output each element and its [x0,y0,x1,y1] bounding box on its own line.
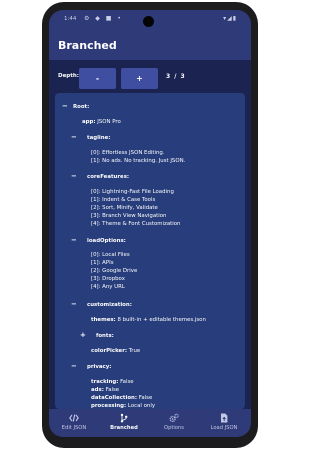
tree-leaf-core-0: [0]: Lightning-Fast File Loading [91,189,174,195]
tree-node-loadoptions[interactable]: loadOptions: [87,238,126,245]
tree-value: False [105,387,120,393]
status-signal-battery-icons: ▾◢▮ [223,15,237,22]
tree-value: True [128,348,141,354]
tree-key: themes: [91,317,116,323]
branch-icon [120,413,128,423]
nav-label: Load JSON [210,425,238,431]
page-title: Branched [58,39,117,52]
tree-leaf-themes: themes: 8 built-in + editable themes.jso… [91,317,206,324]
nav-label: Branched [110,425,138,431]
app-bar: Branched [49,32,251,60]
tree-value: 8 built-in + editable themes.json [117,317,206,323]
collapse-loadoptions-toggle[interactable]: − [71,237,77,244]
tree-key: tracking: [91,379,119,385]
code-icon [69,414,79,422]
tree-node-privacy[interactable]: privacy: [87,364,111,371]
tree-leaf-load-4: [4]: Any URL [91,284,125,290]
nav-options[interactable]: Options [149,409,199,437]
nav-edit-json[interactable]: Edit JSON [49,409,99,437]
tree-leaf-tagline-1: [1]: No ads. No tracking. Just JSON. [91,158,186,164]
nav-load-json[interactable]: Load JSON [199,409,249,437]
tree-node-customization[interactable]: customization: [87,302,132,309]
depth-controls: Depth: - + 3 / 3 [49,60,251,93]
collapse-customization-toggle[interactable]: − [71,301,77,308]
status-bar: 1:44 ⚙ ◆ ■ • ▾◢▮ [49,10,251,32]
tree-key: app: [82,119,96,125]
status-notification-icons: ⚙ ◆ ■ • [84,15,123,22]
collapse-tagline-toggle[interactable]: − [71,134,77,141]
tree-key: ads: [91,387,104,393]
tree-key: colorPicker: [91,348,128,354]
tree-leaf-load-3: [3]: Dropbox [91,276,125,282]
tree-leaf-load-2: [2]: Google Drive [91,268,138,274]
tree-node-fonts[interactable]: fonts: [96,333,114,340]
depth-label: Depth: [58,73,79,79]
tree-leaf-app: app: JSON Pro [82,119,121,126]
tree-node-root[interactable]: Root: [73,104,89,111]
bottom-navigation: Edit JSON Branched Options Load JSON [49,409,251,437]
tree-leaf-tagline-0: [0]: Effortless JSON Editing. [91,150,165,156]
collapse-privacy-toggle[interactable]: − [71,363,77,370]
gears-icon [169,413,179,423]
tree-leaf-ads: ads: False [91,387,119,394]
depth-increase-button[interactable]: + [121,68,158,89]
tree-leaf-colorpicker: colorPicker: True [91,348,140,355]
tree-leaf-core-3: [3]: Branch View Navigation [91,213,167,219]
depth-decrease-button[interactable]: - [79,68,116,89]
tree-leaf-tracking: tracking: False [91,379,134,386]
tree-leaf-load-0: [0]: Local Files [91,252,130,258]
tree-node-tagline[interactable]: tagline: [87,135,110,142]
tree-node-corefeatures[interactable]: coreFeatures: [87,174,129,181]
nav-label: Edit JSON [61,425,87,431]
tree-value: False [138,395,153,401]
nav-branched[interactable]: Branched [99,409,149,437]
tree-leaf-load-1: [1]: APIs [91,260,114,266]
tree-leaf-datacollection: dataCollection: False [91,395,152,402]
app-screen: 1:44 ⚙ ◆ ■ • ▾◢▮ Branched Depth: - + 3 /… [49,10,251,437]
json-tree-card: − Root: app: JSON Pro − tagline: [0]: Ef… [55,93,245,409]
tree-leaf-core-4: [4]: Theme & Font Customization [91,221,181,227]
collapse-root-toggle[interactable]: − [62,103,68,110]
nav-label: Options [163,425,184,431]
camera-cutout [143,16,154,27]
tree-value: JSON Pro [97,119,121,125]
collapse-corefeatures-toggle[interactable]: − [71,173,77,180]
file-upload-icon [221,413,228,423]
status-time: 1:44 [64,16,77,22]
tree-key: dataCollection: [91,395,138,401]
expand-fonts-toggle[interactable]: + [80,332,86,339]
depth-value: 3 / 3 [166,73,186,80]
tree-leaf-core-1: [1]: Indent & Case Tools [91,197,156,203]
tree-value: False [120,379,134,385]
tree-leaf-core-2: [2]: Sort, Minify, Validate [91,205,158,211]
